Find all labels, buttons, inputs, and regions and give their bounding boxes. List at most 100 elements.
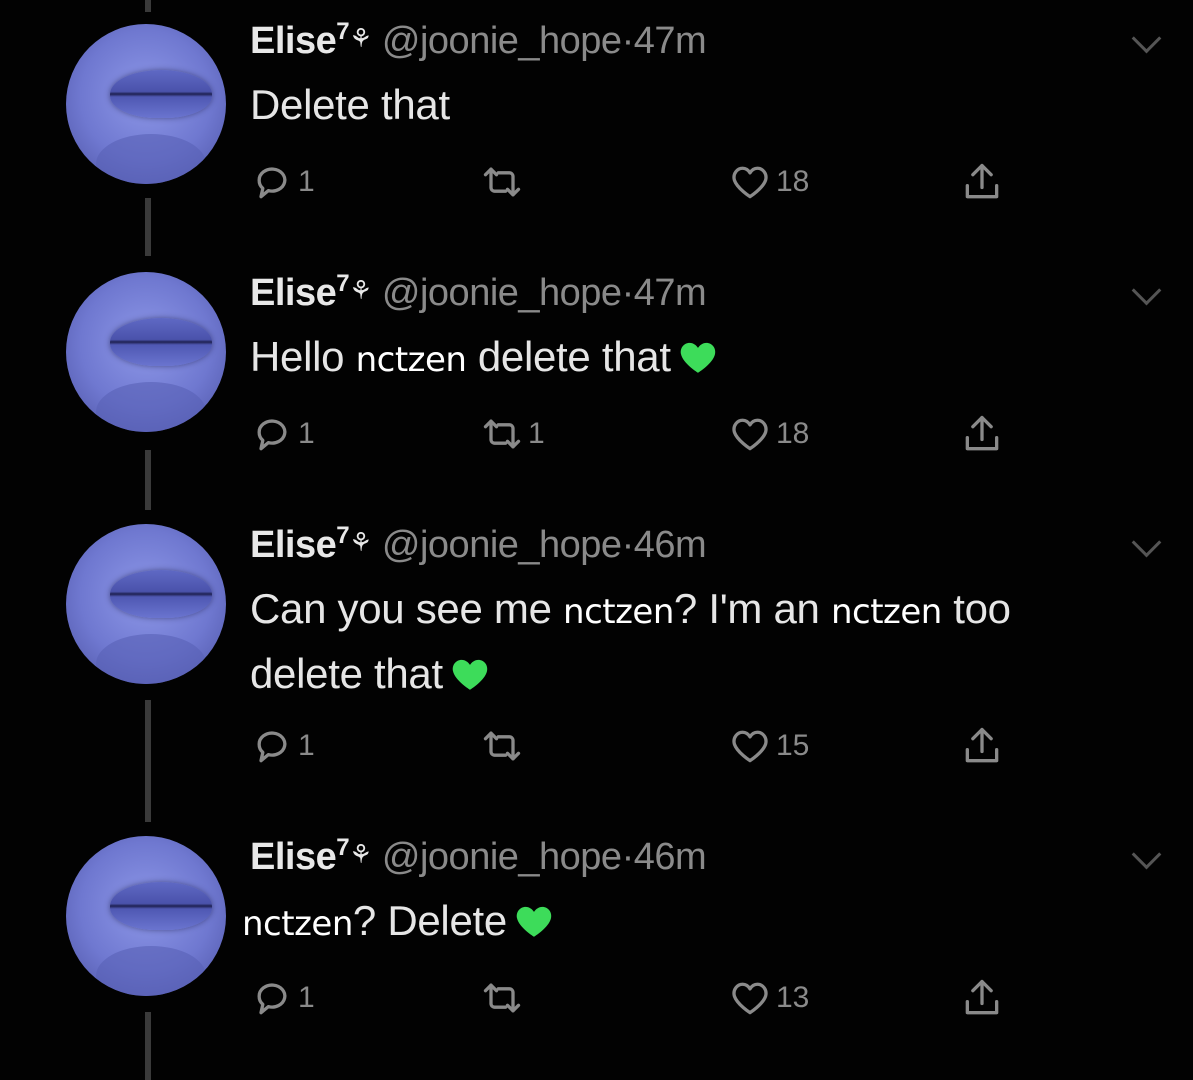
timestamp[interactable]: 47m [634,272,707,314]
avatar[interactable] [66,524,226,684]
tweet-header: Elise7⚘ @joonie_hope·46m [250,834,707,879]
handle[interactable]: @joonie_hope [382,836,622,878]
heart-outline-icon [732,418,768,451]
like-button[interactable]: 13 [728,976,809,1020]
timestamp[interactable]: 47m [634,20,707,62]
tweet-text-segment: ? I'm an [673,585,831,632]
retweet-button[interactable] [480,976,528,1020]
display-name[interactable]: Elise [250,836,337,878]
handle[interactable]: @joonie_hope [382,20,622,62]
like-button[interactable]: 18 [728,412,809,456]
retweet-icon [483,167,521,197]
share-icon [965,415,999,451]
flower-icon: ⚘ [349,527,372,557]
tweet-text-segment: Delete that [250,81,450,128]
lips-image [110,570,212,618]
share-icon [965,727,999,763]
tweet-actions: 1 1 18 [250,412,1050,462]
retweet-icon [483,983,521,1013]
reply-icon [257,731,287,763]
avatar-shading [96,946,206,996]
reply-button[interactable]: 1 [250,724,315,768]
reply-count: 1 [298,729,315,762]
tweet-header: Elise7⚘ @joonie_hope·46m [250,522,707,567]
tweet-text-segment: Can you see me [250,585,564,632]
timestamp[interactable]: 46m [634,524,707,566]
tweet-text: Can you see me nctzen? I'm an nctzen too… [250,578,1011,705]
tweet-actions: 1 18 [250,160,1050,210]
tweet-text-segment: delete that [250,650,443,697]
retweet-button[interactable]: 1 [480,412,545,456]
avatar[interactable] [66,24,226,184]
lips-image [110,70,212,118]
flower-icon: ⚘ [349,839,372,869]
chevron-down-icon[interactable] [1131,527,1162,558]
tweet-text-segment: ? Delete [352,897,507,944]
green-heart-emoji [513,896,555,937]
reply-button[interactable]: 1 [250,412,315,456]
share-button[interactable] [960,976,1004,1020]
redaction-label: nctzen [242,904,353,944]
chevron-down-icon[interactable] [1131,839,1162,870]
tweet[interactable]: Elise7⚘ @joonie_hope·46m nctzen? Delete 1… [0,816,1193,1080]
display-name[interactable]: Elise [250,20,337,62]
tweet[interactable]: Elise7⚘ @joonie_hope·47m Hello nctzen del… [0,252,1193,502]
like-button[interactable]: 18 [728,160,809,204]
reply-button[interactable]: 1 [250,976,315,1020]
redaction-label: nctzen [563,592,674,632]
reply-icon [257,167,287,199]
tweet-text: Hello nctzen delete that [250,326,719,391]
name-badge: 7 [336,18,350,45]
retweet-button[interactable] [480,160,528,204]
heart-outline-icon [732,730,768,763]
tweet[interactable]: Elise7⚘ @joonie_hope·47m Delete that 1 18 [0,0,1193,250]
redaction-label: nctzen [355,340,467,380]
flower-icon: ⚘ [349,23,372,53]
tweet-text: Delete that [250,74,450,136]
reply-count: 1 [298,417,315,450]
reply-icon [257,419,287,451]
name-badge: 7 [336,522,350,549]
handle[interactable]: @joonie_hope [382,524,622,566]
separator-dot: · [621,272,635,314]
chevron-down-icon[interactable] [1131,23,1162,54]
tweet-text-line: Can you see me nctzen? I'm an nctzen too [250,578,1011,643]
avatar[interactable] [66,836,226,996]
retweet-icon [483,731,521,761]
tweet-thread: Elise7⚘ @joonie_hope·47m Delete that 1 18 [0,0,1193,1080]
tweet-header: Elise7⚘ @joonie_hope·47m [250,18,707,63]
green-heart-emoji [677,332,719,373]
reply-count: 1 [298,981,315,1014]
handle[interactable]: @joonie_hope [382,272,622,314]
like-count: 15 [776,729,810,762]
retweet-icon [483,419,521,449]
avatar-shading [96,634,206,684]
green-heart-emoji [449,649,491,690]
name-badge: 7 [336,834,350,861]
like-count: 18 [776,417,810,450]
tweet[interactable]: Elise7⚘ @joonie_hope·46m Can you see me n… [0,504,1193,814]
tweet-header: Elise7⚘ @joonie_hope·47m [250,270,707,315]
display-name[interactable]: Elise [250,524,337,566]
reply-icon [257,983,287,1015]
lips-image [110,882,212,930]
like-button[interactable]: 15 [728,724,809,768]
like-count: 13 [776,981,810,1014]
share-button[interactable] [960,412,1004,456]
share-icon [965,163,999,199]
chevron-down-icon[interactable] [1131,275,1162,306]
share-button[interactable] [960,160,1004,204]
tweet-text: nctzen? Delete [242,890,555,955]
retweet-button[interactable] [480,724,528,768]
separator-dot: · [621,524,635,566]
reply-count: 1 [298,165,315,198]
tweet-text-segment: Hello [250,333,356,380]
name-badge: 7 [336,270,350,297]
timestamp[interactable]: 46m [634,836,707,878]
share-button[interactable] [960,724,1004,768]
avatar[interactable] [66,272,226,432]
separator-dot: · [621,20,635,62]
separator-dot: · [621,836,635,878]
reply-button[interactable]: 1 [250,160,315,204]
display-name[interactable]: Elise [250,272,337,314]
